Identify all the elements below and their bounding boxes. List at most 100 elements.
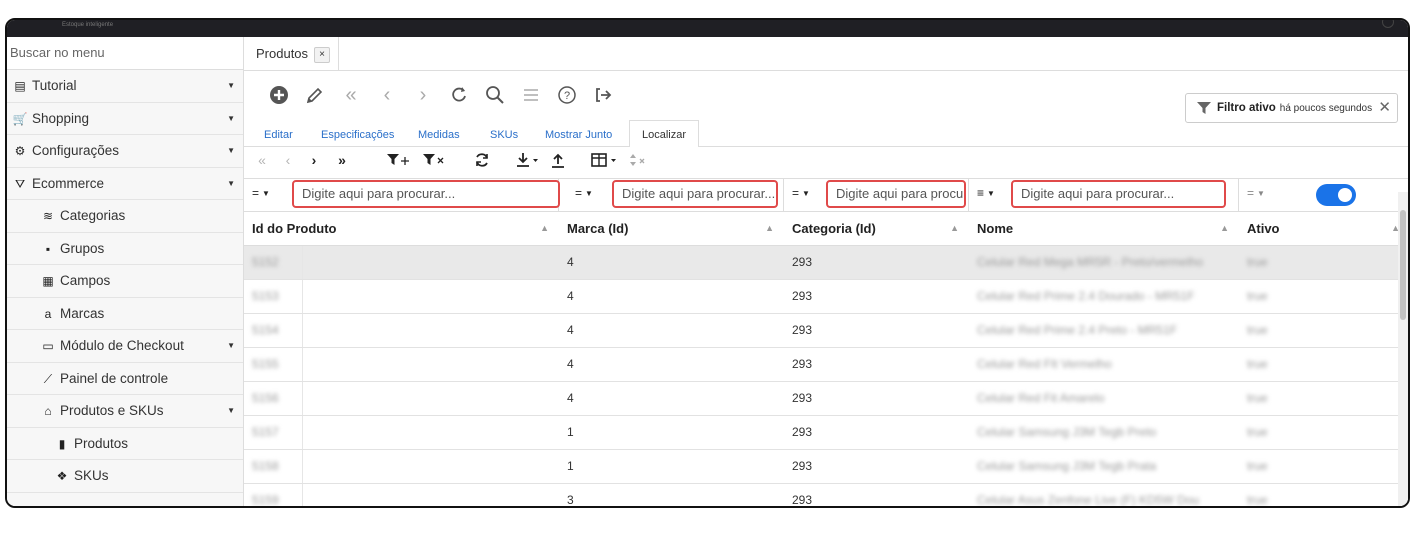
filter-operator[interactable]: = [1247,186,1254,200]
remove-filter-button[interactable] [420,147,450,173]
active-filter-badge[interactable]: Filtro ativo há poucos segundos ✕ [1185,93,1398,123]
next-record-button[interactable]: › [408,81,438,109]
tab-medidas[interactable]: Medidas [418,121,460,146]
bank-icon: ⌂ [44,404,52,418]
clear-filter-icon[interactable]: ✕ [1378,98,1391,116]
export-button[interactable] [514,147,542,173]
sidebar-item[interactable]: 🛒 Shopping ▼ [7,103,243,135]
filter-input-nome[interactable]: Digite aqui para procurar... [1011,180,1226,208]
caret-down-icon: ▼ [1257,189,1265,198]
menu-button[interactable] [516,81,546,109]
products-grid: = ▼ Digite aqui para procurar... = ▼ Digit… [244,178,1408,507]
cart-icon: 🛒 [12,111,28,126]
sidebar-item[interactable]: ⟋ Painel de controle [7,363,243,395]
refresh-button[interactable] [444,81,474,109]
column-header-ativo[interactable]: Ativo ▲ [1239,212,1408,245]
clear-sort-button[interactable] [626,147,652,173]
filter-operator[interactable]: = [575,186,582,200]
filter-input-id[interactable]: Digite aqui para procurar... [292,180,560,208]
tab-mostrar-junto[interactable]: Mostrar Junto [545,121,612,146]
sidebar-item[interactable]: ▤ Tutorial ▼ [7,70,243,103]
vertical-scrollbar[interactable] [1398,192,1408,506]
column-divider [302,484,303,506]
add-button[interactable] [264,81,294,109]
brand-name: Estoque inteligente [62,22,114,28]
menu-search-input[interactable]: Buscar no menu [7,37,243,70]
filter-cell-nome: ≡ ▼ Digite aqui para procurar... [969,179,1239,211]
cell-ativo: true [1247,323,1268,337]
filter-operator[interactable]: = [792,186,799,200]
sidebar-item[interactable]: ❖ SKUs [7,460,243,493]
scrollbar-thumb[interactable] [1400,210,1406,320]
add-filter-button[interactable] [384,147,414,173]
table-row[interactable]: 5155 4 293 Celular Red FIt Vermelho true [244,348,1408,382]
caret-down-icon: ▼ [802,189,810,198]
filter-operator[interactable]: = [252,186,259,200]
filter-operator[interactable]: ≡ [977,186,984,200]
cell-marca: 4 [567,391,574,405]
last-page-button[interactable]: » [330,147,354,173]
filter-input-categoria[interactable]: Digite aqui para procurar... [826,180,966,208]
sidebar-item[interactable]: ⛛ Ecommerce ▼ [7,168,243,200]
cell-id: 5153 [252,289,279,303]
table-row[interactable]: 5154 4 293 Celular Red Prime 2.4 Preto - MR… [244,314,1408,348]
sidebar-item[interactable]: ⚙ Configurações ▼ [7,135,243,168]
column-divider [302,348,303,381]
sidebar-item-label: Módulo de Checkout [60,338,184,353]
exit-button[interactable] [588,81,618,109]
filter-cell-ativo: = ▼ [1239,179,1408,211]
cell-id: 5154 [252,323,279,337]
column-header-marca[interactable]: Marca (Id) ▲ [559,212,784,245]
table-row[interactable]: 5158 1 293 Celular Samsung J3M Tegb Prata tr… [244,450,1408,484]
sidebar-item[interactable]: ▪ Grupos [7,233,243,265]
tab-skus[interactable]: SKUs [490,121,518,146]
column-header-nome[interactable]: Nome ▲ [969,212,1239,245]
column-divider [302,314,303,347]
help-button[interactable]: ? [552,81,582,109]
grid-body: 5152 4 293 Celular Red Mega MR5R - Preto/ve… [244,246,1408,507]
sidebar-item[interactable]: ▦ Campos [7,265,243,298]
layers-icon: ≋ [42,209,54,223]
refresh-icon [452,87,466,102]
table-row[interactable]: 5152 4 293 Celular Red Mega MR5R - Preto/ve… [244,246,1408,280]
previous-page-button[interactable]: ‹ [278,147,298,173]
filter-input-marca[interactable]: Digite aqui para procurar... [612,180,778,208]
tab-especificacoes[interactable]: Especificações [321,121,394,146]
search-button[interactable] [480,81,510,109]
caret-down-icon: ▼ [987,189,995,198]
table-row[interactable]: 5159 3 293 Celular Asus Zenfone Live (F) KD… [244,484,1408,507]
reload-grid-button[interactable] [472,147,492,173]
table-row[interactable]: 5153 4 293 Celular Red Prime 2.4 Dourado - … [244,280,1408,314]
column-header-label: Id do Produto [252,221,337,236]
sidebar-item[interactable]: ▭ Módulo de Checkout ▼ [7,330,243,363]
filter-remove-icon [423,154,444,165]
sidebar-item-label: Produtos e SKUs [60,403,164,418]
previous-record-button[interactable]: ‹ [372,81,402,109]
edit-button[interactable] [300,81,330,109]
sidebar-item[interactable]: ▮ Produtos [7,428,243,460]
caret-down-icon: ▼ [227,406,235,415]
tab-editar[interactable]: Editar [264,121,293,146]
first-page-button[interactable]: « [252,147,272,173]
sidebar-item[interactable]: ⌂ Produtos e SKUs ▼ [7,395,243,428]
active-toggle[interactable] [1316,184,1356,206]
table-row[interactable]: 5156 4 293 Celular Red Fit Amarelo true [244,382,1408,416]
cell-nome: Celular Asus Zenfone Live (F) KD5W Dou [977,493,1200,507]
import-button[interactable] [548,147,568,173]
column-header-categoria[interactable]: Categoria (Id) ▲ [784,212,969,245]
close-tab-icon[interactable]: × [314,47,331,63]
tab-produtos[interactable]: Produtos × [252,37,340,70]
cell-nome: Celular Samsung J3M Tegb Prata [977,459,1157,473]
next-page-button[interactable]: › [304,147,324,173]
cell-id: 5156 [252,391,279,405]
sidebar-item[interactable]: a Marcas [7,298,243,330]
sort-icon: ▲ [950,223,959,233]
first-record-button[interactable]: « [336,81,366,109]
table-row[interactable]: 5157 1 293 Celular Samsung J3M Tegb Preto tr… [244,416,1408,450]
user-avatar[interactable] [1382,20,1394,28]
sidebar-item[interactable]: ≋ Categorias [7,200,243,233]
sidebar-item-label: Marcas [60,305,105,321]
column-header-id[interactable]: Id do Produto ▲ [244,212,559,245]
tab-localizar[interactable]: Localizar [629,120,700,147]
columns-button[interactable] [590,147,620,173]
